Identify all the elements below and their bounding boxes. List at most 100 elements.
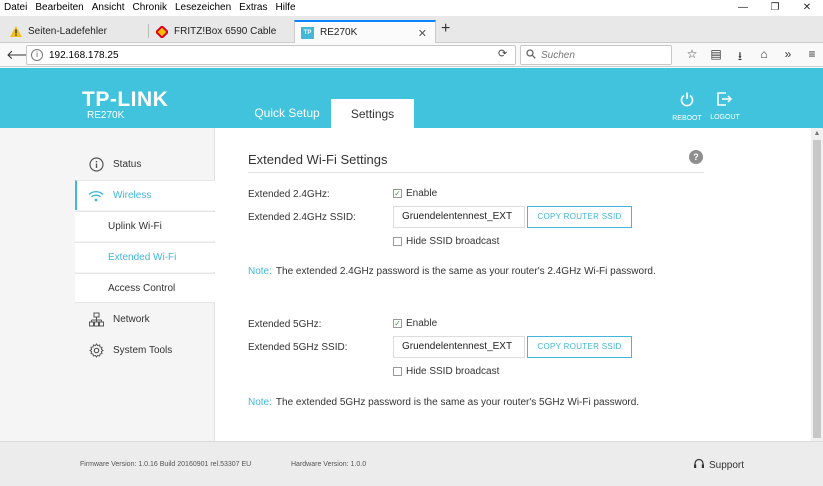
- extensions-icon[interactable]: »: [776, 47, 800, 68]
- info-icon[interactable]: i: [31, 49, 43, 61]
- enable-24ghz-checkbox[interactable]: ✓: [393, 189, 402, 198]
- hide-ssid-24ghz-checkbox[interactable]: [393, 237, 402, 246]
- extended-5ghz-ssid-label: Extended 5GHz SSID:: [248, 342, 348, 353]
- menu-chronik[interactable]: Chronik: [129, 0, 171, 16]
- scroll-thumb[interactable]: [813, 140, 821, 438]
- enable-24ghz-text: Enable: [406, 188, 438, 199]
- wifi-icon: [87, 187, 105, 205]
- sidebar-item-label: Network: [113, 313, 150, 325]
- hardware-version: Hardware Version: 1.0.0: [291, 461, 367, 468]
- ssid-24ghz-input[interactable]: Gruendelentennest_EXT: [393, 206, 525, 228]
- reboot-button[interactable]: REBOOT: [669, 92, 705, 122]
- tab-label: Seiten-Ladefehler: [28, 26, 107, 37]
- url-text: 192.168.178.25: [49, 49, 119, 61]
- bookmark-star-icon[interactable]: ☆: [680, 47, 704, 68]
- tplink-favicon: TP: [301, 26, 314, 39]
- copy-router-ssid-24ghz-button[interactable]: COPY ROUTER SSID: [527, 206, 632, 228]
- tab-strip: Seiten-Ladefehler FRITZ!Box 6590 Cable T…: [0, 16, 823, 43]
- note-label: Note:: [248, 266, 272, 277]
- restore-icon[interactable]: ❐: [759, 0, 791, 16]
- tab-label: FRITZ!Box 6590 Cable: [174, 26, 277, 37]
- title-divider: [248, 172, 704, 173]
- copy-router-ssid-5ghz-button[interactable]: COPY ROUTER SSID: [527, 336, 632, 358]
- reload-icon[interactable]: ⟳: [498, 47, 507, 60]
- new-tab-icon[interactable]: +: [441, 20, 450, 38]
- model-name: RE270K: [87, 110, 125, 121]
- sidebar-item-label: Status: [113, 158, 142, 170]
- navigation-bar: 🡐 i 192.168.178.25 ⟳ ☆ ▤ ⭳ ⌂ » ≡: [0, 43, 823, 67]
- note-text: The extended 2.4GHz password is the same…: [275, 266, 656, 277]
- hide-ssid-24ghz-text: Hide SSID broadcast: [406, 236, 500, 247]
- reading-list-icon[interactable]: ▤: [704, 47, 728, 68]
- support-link[interactable]: Support: [693, 458, 744, 473]
- gear-icon: [87, 341, 105, 359]
- page-title: Extended Wi-Fi Settings: [248, 152, 388, 167]
- info-circle-icon: [87, 155, 105, 173]
- tab-label: RE270K: [320, 27, 358, 38]
- menu-hilfe[interactable]: Hilfe: [272, 0, 300, 16]
- home-icon[interactable]: ⌂: [752, 47, 776, 68]
- hide-ssid-5ghz[interactable]: Hide SSID broadcast: [393, 366, 499, 377]
- note-5ghz: Note: The extended 5GHz password is the s…: [248, 397, 639, 408]
- sidebar-item-extended-wifi[interactable]: Extended Wi-Fi: [75, 242, 215, 272]
- ssid-5ghz-input[interactable]: Gruendelentennest_EXT: [393, 336, 525, 358]
- url-bar[interactable]: i 192.168.178.25: [26, 45, 516, 65]
- support-label: Support: [709, 460, 745, 471]
- minimize-icon[interactable]: —: [727, 0, 759, 16]
- page-scrollbar[interactable]: ▲: [811, 128, 823, 441]
- sidebar-item-uplink-wifi[interactable]: Uplink Wi-Fi: [75, 211, 215, 241]
- window-controls: — ❐ ✕: [727, 0, 823, 16]
- menu-extras[interactable]: Extras: [235, 0, 271, 16]
- menu-ansicht[interactable]: Ansicht: [88, 0, 129, 16]
- help-icon[interactable]: ?: [689, 150, 703, 164]
- headset-icon: [693, 458, 705, 473]
- sidebar-item-label: Extended Wi-Fi: [108, 252, 177, 263]
- menu-datei[interactable]: Datei: [0, 0, 31, 16]
- note-text: The extended 5GHz password is the same a…: [275, 397, 640, 408]
- sidebar-item-network[interactable]: Network: [75, 304, 215, 334]
- close-tab-icon[interactable]: ✕: [418, 27, 427, 40]
- tab-fritzbox[interactable]: FRITZ!Box 6590 Cable: [150, 20, 292, 43]
- hide-ssid-5ghz-checkbox[interactable]: [393, 367, 402, 376]
- logout-label: LOGOUT: [710, 114, 740, 121]
- tp-link-logo: TP-LINK: [82, 88, 169, 111]
- menu-lesezeichen[interactable]: Lesezeichen: [171, 0, 235, 16]
- enable-5ghz-text: Enable: [406, 318, 438, 329]
- enable-5ghz-checkbox[interactable]: ✓: [393, 319, 402, 328]
- hamburger-menu-icon[interactable]: ≡: [800, 47, 823, 68]
- hide-ssid-5ghz-text: Hide SSID broadcast: [406, 366, 500, 377]
- sidebar-item-label: Access Control: [108, 282, 176, 294]
- menu-bearbeiten[interactable]: Bearbeiten: [31, 0, 87, 16]
- firmware-version: Firmware Version: 1.0.16 Build 20160901 …: [80, 461, 252, 468]
- extended-24ghz-label: Extended 2.4GHz:: [248, 189, 330, 200]
- extended-24ghz-ssid-label: Extended 2.4GHz SSID:: [248, 212, 356, 223]
- logout-button[interactable]: LOGOUT: [707, 92, 743, 121]
- close-window-icon[interactable]: ✕: [791, 0, 823, 16]
- router-header: TP-LINK RE270K Quick Setup Settings REBO…: [0, 68, 823, 128]
- scroll-up-icon[interactable]: ▲: [811, 128, 823, 140]
- extended-5ghz-label: Extended 5GHz:: [248, 319, 322, 330]
- tab-settings[interactable]: Settings: [331, 99, 414, 128]
- tab-re270k[interactable]: TP RE270K ✕: [294, 20, 436, 43]
- sidebar: Status Wireless Uplink Wi-Fi Extended Wi…: [0, 128, 215, 441]
- back-icon[interactable]: 🡐: [6, 46, 41, 64]
- download-icon[interactable]: ⭳: [728, 47, 752, 68]
- main-content: Extended Wi-Fi Settings ? Extended 2.4GH…: [215, 128, 811, 441]
- sidebar-item-system-tools[interactable]: System Tools: [75, 335, 215, 365]
- hide-ssid-24ghz[interactable]: Hide SSID broadcast: [393, 236, 499, 247]
- search-input[interactable]: [541, 49, 661, 61]
- extended-24ghz-enable[interactable]: ✓ Enable: [393, 188, 437, 199]
- sidebar-item-access-control[interactable]: Access Control: [75, 273, 215, 303]
- tab-separator: [148, 24, 149, 38]
- sidebar-item-wireless[interactable]: Wireless: [75, 180, 215, 210]
- search-bar: [520, 45, 672, 65]
- footer: Firmware Version: 1.0.16 Build 20160901 …: [0, 441, 823, 486]
- extended-5ghz-enable[interactable]: ✓ Enable: [393, 318, 437, 329]
- sidebar-item-label: Wireless: [113, 190, 152, 201]
- note-label: Note:: [248, 397, 272, 408]
- sidebar-item-status[interactable]: Status: [75, 149, 215, 179]
- sidebar-item-label: System Tools: [113, 344, 173, 356]
- tab-seiten-ladefehler[interactable]: Seiten-Ladefehler: [4, 20, 146, 43]
- tab-quick-setup[interactable]: Quick Setup: [243, 99, 331, 128]
- note-24ghz: Note: The extended 2.4GHz password is the…: [248, 266, 656, 277]
